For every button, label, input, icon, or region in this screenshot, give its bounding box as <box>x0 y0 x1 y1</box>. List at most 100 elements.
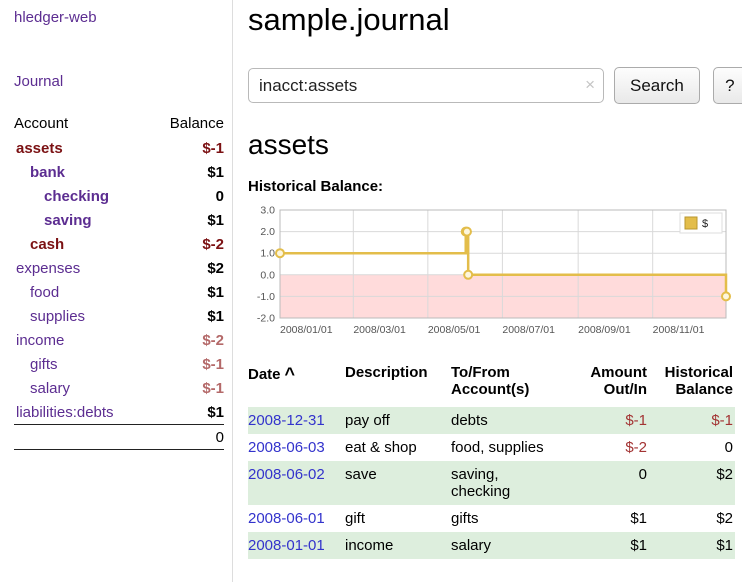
search-bar: × Search ? <box>248 67 742 104</box>
svg-text:2008/11/01: 2008/11/01 <box>653 324 705 336</box>
account-row: cash$-2 <box>14 232 224 256</box>
transaction-accounts: salary <box>451 532 563 559</box>
transaction-balance: 0 <box>649 434 735 461</box>
svg-text:2008/03/01: 2008/03/01 <box>353 324 406 336</box>
svg-text:-1.0: -1.0 <box>257 291 275 303</box>
account-balance: $-1 <box>150 136 224 160</box>
transaction-description: save <box>345 461 451 505</box>
account-name-cell: income <box>14 328 150 352</box>
account-row: assets $-1 <box>14 136 224 160</box>
svg-text:2008/09/01: 2008/09/01 <box>578 324 631 336</box>
sidebar: hledger-web Journal Account Balance asse… <box>0 0 233 582</box>
register-header-date[interactable]: Date^ <box>248 362 345 407</box>
accounts-total-value: 0 <box>150 425 224 450</box>
transaction-balance: $-1 <box>649 407 735 434</box>
transaction-amount: $1 <box>563 532 649 559</box>
account-name-cell: cash <box>14 232 150 256</box>
account-link[interactable]: food <box>30 284 59 301</box>
help-button[interactable]: ? <box>713 67 742 104</box>
account-name-cell: food <box>14 280 150 304</box>
account-link[interactable]: cash <box>30 236 64 253</box>
transaction-amount: 0 <box>563 461 649 505</box>
register-row: 2008-06-01giftgifts$1$2 <box>248 505 735 532</box>
account-link[interactable]: income <box>16 332 64 349</box>
account-name-cell: expenses <box>14 256 150 280</box>
transaction-accounts: debts <box>451 407 563 434</box>
svg-text:$: $ <box>702 218 708 230</box>
chart-canvas: 3.02.01.00.0-1.0-2.02008/01/012008/03/01… <box>248 202 734 344</box>
account-name-cell: checking <box>14 184 150 208</box>
accounts-header-account: Account <box>14 111 150 136</box>
account-link[interactable]: bank <box>30 164 65 181</box>
transaction-balance: $2 <box>649 461 735 505</box>
account-balance: $1 <box>150 208 224 232</box>
clear-search-icon[interactable]: × <box>585 75 595 95</box>
account-name-cell: supplies <box>14 304 150 328</box>
account-link[interactable]: expenses <box>16 260 80 277</box>
search-box: × <box>248 68 604 103</box>
transaction-date-link[interactable]: 2008-06-02 <box>248 466 325 483</box>
accounts-total-row: 0 <box>14 425 224 450</box>
transaction-date-cell: 2008-06-01 <box>248 505 345 532</box>
account-balance: $1 <box>150 160 224 184</box>
account-link[interactable]: liabilities:debts <box>16 404 114 421</box>
svg-text:3.0: 3.0 <box>260 205 275 217</box>
account-link[interactable]: checking <box>44 188 109 205</box>
transaction-amount: $-1 <box>563 407 649 434</box>
sidebar-item-journal[interactable]: Journal <box>14 73 63 90</box>
account-balance: $-1 <box>150 376 224 400</box>
app-title-link[interactable]: hledger-web <box>14 9 97 26</box>
svg-text:2008/05/01: 2008/05/01 <box>428 324 481 336</box>
account-link[interactable]: salary <box>30 380 70 397</box>
accounts-table: Account Balance assets$-1bank$1checking0… <box>14 111 224 450</box>
account-link[interactable]: gifts <box>30 356 58 373</box>
chart-title: Historical Balance: <box>248 178 742 195</box>
search-input[interactable] <box>248 68 604 103</box>
sort-ascending-icon: ^ <box>285 364 296 384</box>
search-button[interactable]: Search <box>614 67 700 104</box>
transaction-date-link[interactable]: 2008-06-03 <box>248 439 325 456</box>
account-row: supplies $1 <box>14 304 224 328</box>
account-link[interactable]: saving <box>44 212 92 229</box>
register-header-balance: Historical Balance <box>649 362 735 407</box>
account-name-cell: assets <box>14 136 150 160</box>
account-link[interactable]: assets <box>16 140 63 157</box>
account-balance: $-1 <box>150 352 224 376</box>
register-header-description: Description <box>345 362 451 407</box>
svg-text:2008/07/01: 2008/07/01 <box>502 324 555 336</box>
transaction-description: income <box>345 532 451 559</box>
register-row: 2008-06-02 savesaving, checking0$2 <box>248 461 735 505</box>
transaction-date-cell: 2008-12-31 <box>248 407 345 434</box>
account-row: checking0 <box>14 184 224 208</box>
account-row: liabilities:debts$1 <box>14 400 224 425</box>
transaction-amount: $1 <box>563 505 649 532</box>
register-header-tofrom: To/From Account(s) <box>451 362 563 407</box>
account-name-cell: gifts <box>14 352 150 376</box>
account-balance: $-2 <box>150 328 224 352</box>
account-row: expenses$2 <box>14 256 224 280</box>
register-table: Date^ Description To/From Account(s) Amo… <box>248 362 735 559</box>
svg-text:0.0: 0.0 <box>260 269 275 281</box>
main-content: sample.journal × Search ? assets Histori… <box>233 0 742 582</box>
svg-text:-2.0: -2.0 <box>257 313 275 325</box>
transaction-date-link[interactable]: 2008-06-01 <box>248 510 325 527</box>
transaction-date-cell: 2008-01-01 <box>248 532 345 559</box>
account-link[interactable]: supplies <box>30 308 85 325</box>
transaction-description: eat & shop <box>345 434 451 461</box>
transaction-date-link[interactable]: 2008-01-01 <box>248 537 325 554</box>
transaction-date-cell: 2008-06-03 <box>248 434 345 461</box>
svg-text:1.0: 1.0 <box>260 248 275 260</box>
transaction-description: gift <box>345 505 451 532</box>
account-name-cell: salary <box>14 376 150 400</box>
transaction-date-link[interactable]: 2008-12-31 <box>248 412 325 429</box>
page-title: sample.journal <box>248 2 742 38</box>
transaction-description: pay off <box>345 407 451 434</box>
account-balance: $1 <box>150 304 224 328</box>
date-header-label: Date <box>248 366 281 383</box>
accounts-header-row: Account Balance <box>14 111 224 136</box>
transaction-accounts: food, supplies <box>451 434 563 461</box>
transaction-balance: $2 <box>649 505 735 532</box>
transaction-accounts: saving, checking <box>451 461 563 505</box>
transaction-amount: $-2 <box>563 434 649 461</box>
svg-text:2008/01/01: 2008/01/01 <box>280 324 333 336</box>
